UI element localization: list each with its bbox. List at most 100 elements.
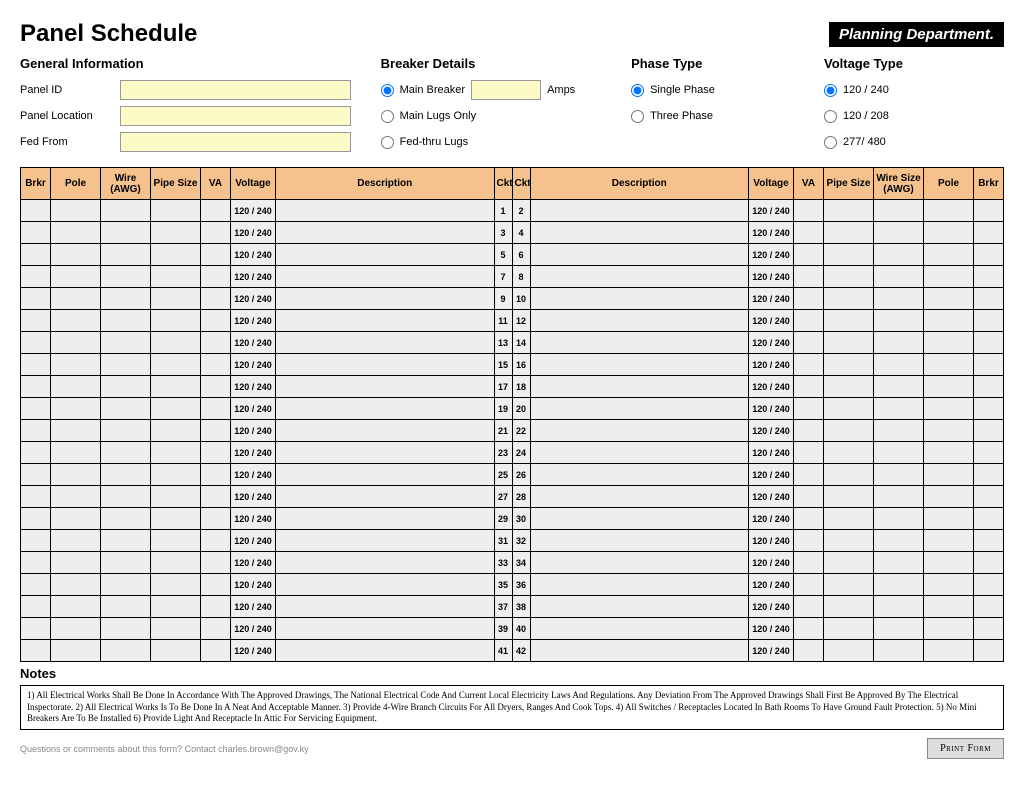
cell[interactable] — [201, 266, 231, 288]
cell[interactable] — [874, 376, 924, 398]
cell[interactable] — [101, 398, 151, 420]
cell[interactable] — [794, 640, 824, 662]
cell[interactable] — [51, 266, 101, 288]
cell[interactable] — [824, 442, 874, 464]
cell[interactable] — [530, 200, 749, 222]
cell[interactable] — [924, 508, 974, 530]
cell[interactable] — [21, 552, 51, 574]
cell[interactable] — [21, 596, 51, 618]
cell[interactable] — [151, 310, 201, 332]
cell[interactable] — [21, 266, 51, 288]
cell[interactable] — [824, 530, 874, 552]
cell[interactable] — [21, 222, 51, 244]
cell[interactable] — [824, 486, 874, 508]
ckt-number[interactable]: 40 — [512, 618, 530, 640]
cell[interactable] — [201, 552, 231, 574]
cell[interactable] — [924, 530, 974, 552]
voltage-cell[interactable]: 120 / 240 — [231, 332, 276, 354]
cell[interactable] — [276, 332, 495, 354]
cell[interactable] — [51, 398, 101, 420]
cell[interactable] — [530, 376, 749, 398]
cell[interactable] — [794, 354, 824, 376]
cell[interactable] — [974, 222, 1004, 244]
cell[interactable] — [824, 332, 874, 354]
cell[interactable] — [276, 200, 495, 222]
ckt-number[interactable]: 26 — [512, 464, 530, 486]
ckt-number[interactable]: 42 — [512, 640, 530, 662]
cell[interactable] — [874, 552, 924, 574]
cell[interactable] — [151, 354, 201, 376]
voltage-cell[interactable]: 120 / 240 — [749, 288, 794, 310]
cell[interactable] — [794, 222, 824, 244]
voltage-cell[interactable]: 120 / 240 — [749, 244, 794, 266]
cell[interactable] — [874, 442, 924, 464]
cell[interactable] — [51, 354, 101, 376]
cell[interactable] — [51, 640, 101, 662]
ckt-number[interactable]: 16 — [512, 354, 530, 376]
cell[interactable] — [201, 530, 231, 552]
cell[interactable] — [151, 288, 201, 310]
cell[interactable] — [824, 266, 874, 288]
ckt-number[interactable]: 4 — [512, 222, 530, 244]
cell[interactable] — [974, 442, 1004, 464]
cell[interactable] — [21, 420, 51, 442]
cell[interactable] — [151, 398, 201, 420]
voltage-cell[interactable]: 120 / 240 — [749, 222, 794, 244]
cell[interactable] — [824, 640, 874, 662]
cell[interactable] — [151, 332, 201, 354]
cell[interactable] — [276, 486, 495, 508]
cell[interactable] — [21, 398, 51, 420]
ckt-number[interactable]: 6 — [512, 244, 530, 266]
cell[interactable] — [51, 200, 101, 222]
cell[interactable] — [21, 618, 51, 640]
cell[interactable] — [151, 200, 201, 222]
cell[interactable] — [824, 552, 874, 574]
cell[interactable] — [794, 618, 824, 640]
cell[interactable] — [824, 310, 874, 332]
cell[interactable] — [51, 376, 101, 398]
voltage-cell[interactable]: 120 / 240 — [231, 442, 276, 464]
cell[interactable] — [794, 310, 824, 332]
voltage-cell[interactable]: 120 / 240 — [749, 310, 794, 332]
cell[interactable] — [151, 552, 201, 574]
cell[interactable] — [51, 310, 101, 332]
cell[interactable] — [924, 376, 974, 398]
cell[interactable] — [924, 552, 974, 574]
cell[interactable] — [21, 200, 51, 222]
ckt-number[interactable]: 21 — [494, 420, 512, 442]
ckt-number[interactable]: 41 — [494, 640, 512, 662]
cell[interactable] — [794, 398, 824, 420]
cell[interactable] — [201, 222, 231, 244]
cell[interactable] — [201, 596, 231, 618]
ckt-number[interactable]: 22 — [512, 420, 530, 442]
cell[interactable] — [101, 552, 151, 574]
voltage-cell[interactable]: 120 / 240 — [231, 530, 276, 552]
cell[interactable] — [151, 420, 201, 442]
cell[interactable] — [824, 596, 874, 618]
cell[interactable] — [530, 442, 749, 464]
cell[interactable] — [530, 332, 749, 354]
cell[interactable] — [874, 420, 924, 442]
voltage-cell[interactable]: 120 / 240 — [231, 596, 276, 618]
voltage-cell[interactable]: 120 / 240 — [231, 376, 276, 398]
cell[interactable] — [794, 244, 824, 266]
cell[interactable] — [201, 332, 231, 354]
ckt-number[interactable]: 13 — [494, 332, 512, 354]
cell[interactable] — [201, 508, 231, 530]
cell[interactable] — [874, 574, 924, 596]
cell[interactable] — [101, 376, 151, 398]
cell[interactable] — [51, 596, 101, 618]
cell[interactable] — [794, 288, 824, 310]
ckt-number[interactable]: 39 — [494, 618, 512, 640]
cell[interactable] — [201, 464, 231, 486]
cell[interactable] — [151, 376, 201, 398]
print-form-button[interactable]: Print Form — [927, 738, 1004, 759]
cell[interactable] — [924, 464, 974, 486]
cell[interactable] — [974, 574, 1004, 596]
cell[interactable] — [530, 640, 749, 662]
cell[interactable] — [151, 266, 201, 288]
cell[interactable] — [276, 244, 495, 266]
cell[interactable] — [974, 354, 1004, 376]
cell[interactable] — [924, 596, 974, 618]
ckt-number[interactable]: 24 — [512, 442, 530, 464]
